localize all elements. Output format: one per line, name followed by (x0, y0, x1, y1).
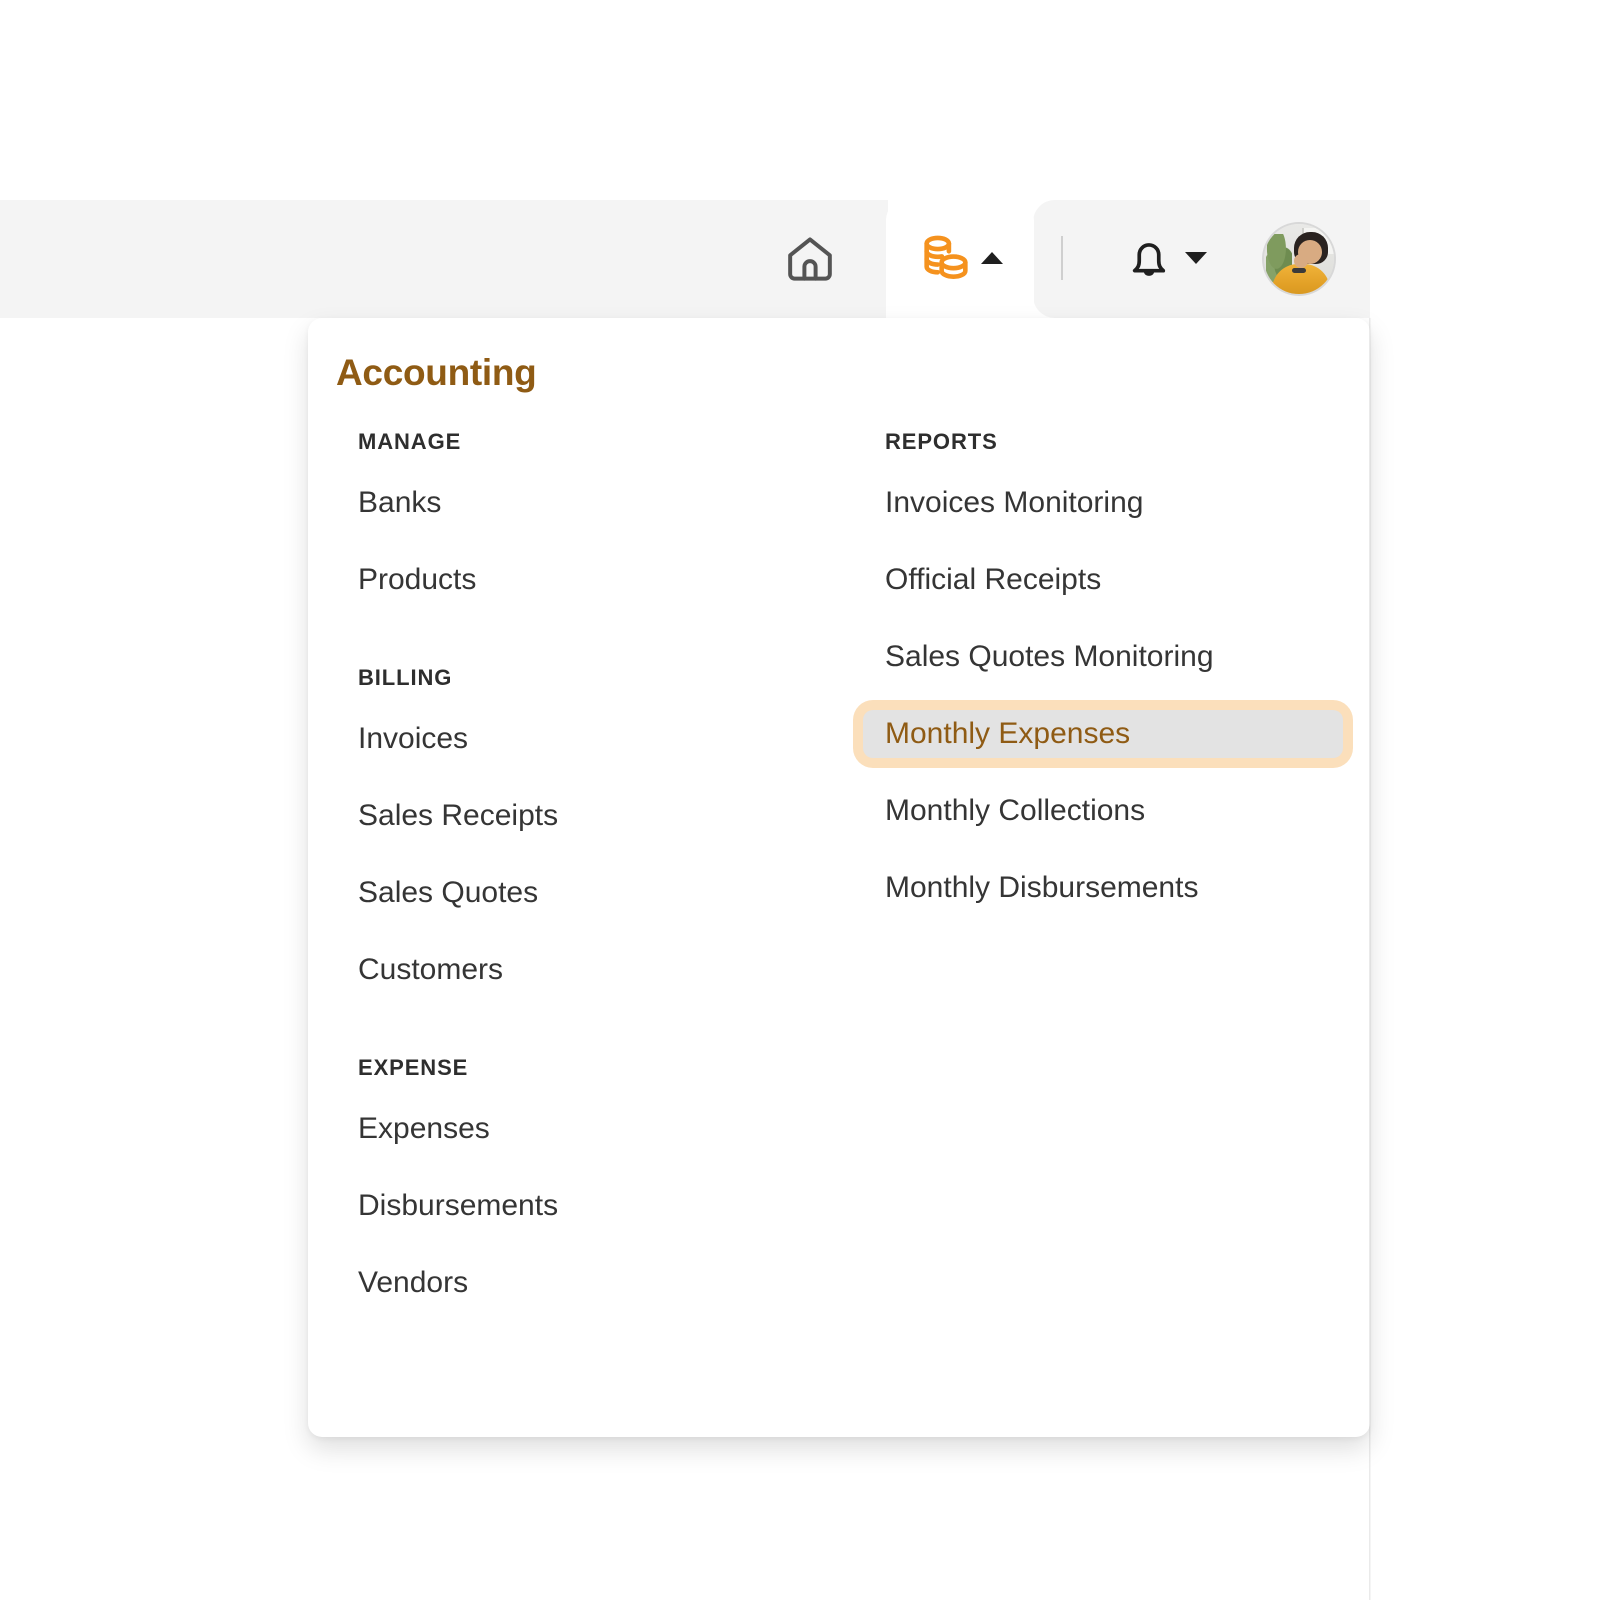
notifications-button[interactable] (1119, 228, 1179, 290)
menu-item-vendors[interactable]: Vendors (336, 1259, 806, 1307)
menu-item-official-receipts[interactable]: Official Receipts (863, 556, 1343, 604)
topbar-left-surface (0, 200, 888, 318)
home-icon (782, 231, 838, 287)
menu-item-products[interactable]: Products (336, 556, 806, 604)
accounting-dropdown-panel: Accounting MANAGE Banks Products BILLING… (308, 318, 1370, 1437)
menu-group-heading: BILLING (358, 665, 453, 690)
menu-item-sales-quotes-monitoring[interactable]: Sales Quotes Monitoring (863, 633, 1343, 681)
menu-item-sales-receipts[interactable]: Sales Receipts (336, 792, 806, 840)
avatar[interactable] (1264, 224, 1334, 294)
menu-group-manage: MANAGE Banks Products (336, 426, 806, 604)
menu-item-monthly-expenses[interactable]: Monthly Expenses (863, 710, 1343, 758)
avatar-hand (1294, 254, 1308, 268)
menu-group-heading: REPORTS (885, 429, 998, 454)
menu-item-banks[interactable]: Banks (336, 479, 806, 527)
menu-item-disbursements[interactable]: Disbursements (336, 1182, 806, 1230)
menu-item-sales-quotes[interactable]: Sales Quotes (336, 869, 806, 917)
page-title: Accounting (336, 352, 537, 393)
menu-item-monthly-disbursements[interactable]: Monthly Disbursements (863, 864, 1343, 912)
menu-item-invoices-monitoring[interactable]: Invoices Monitoring (863, 479, 1343, 527)
accounting-coins-button[interactable] (915, 228, 977, 290)
menu-column-right: REPORTS Invoices Monitoring Official Rec… (863, 426, 1343, 912)
menu-group-expense: EXPENSE Expenses Disbursements Vendors (336, 1052, 806, 1307)
page-right-edge (1369, 318, 1371, 1600)
notifications-menu-toggle[interactable] (1184, 246, 1208, 270)
menu-group-billing: BILLING Invoices Sales Receipts Sales Qu… (336, 662, 806, 994)
bell-icon (1123, 233, 1175, 285)
menu-column-left: MANAGE Banks Products BILLING Invoices S… (336, 426, 806, 1307)
menu-item-customers[interactable]: Customers (336, 946, 806, 994)
home-button[interactable] (779, 228, 841, 290)
topbar-divider (1061, 236, 1063, 280)
avatar-photo (1264, 224, 1334, 294)
avatar-watch (1292, 268, 1306, 273)
accounting-menu-toggle[interactable] (980, 246, 1004, 270)
caret-down-icon (1185, 252, 1207, 264)
menu-group-heading: MANAGE (358, 429, 462, 454)
menu-item-expenses[interactable]: Expenses (336, 1105, 806, 1153)
menu-item-monthly-collections[interactable]: Monthly Collections (863, 787, 1343, 835)
coins-icon (917, 230, 975, 288)
caret-up-icon (981, 252, 1003, 264)
menu-group-reports: REPORTS Invoices Monitoring Official Rec… (863, 426, 1343, 912)
menu-item-invoices[interactable]: Invoices (336, 715, 806, 763)
menu-group-heading: EXPENSE (358, 1055, 469, 1080)
